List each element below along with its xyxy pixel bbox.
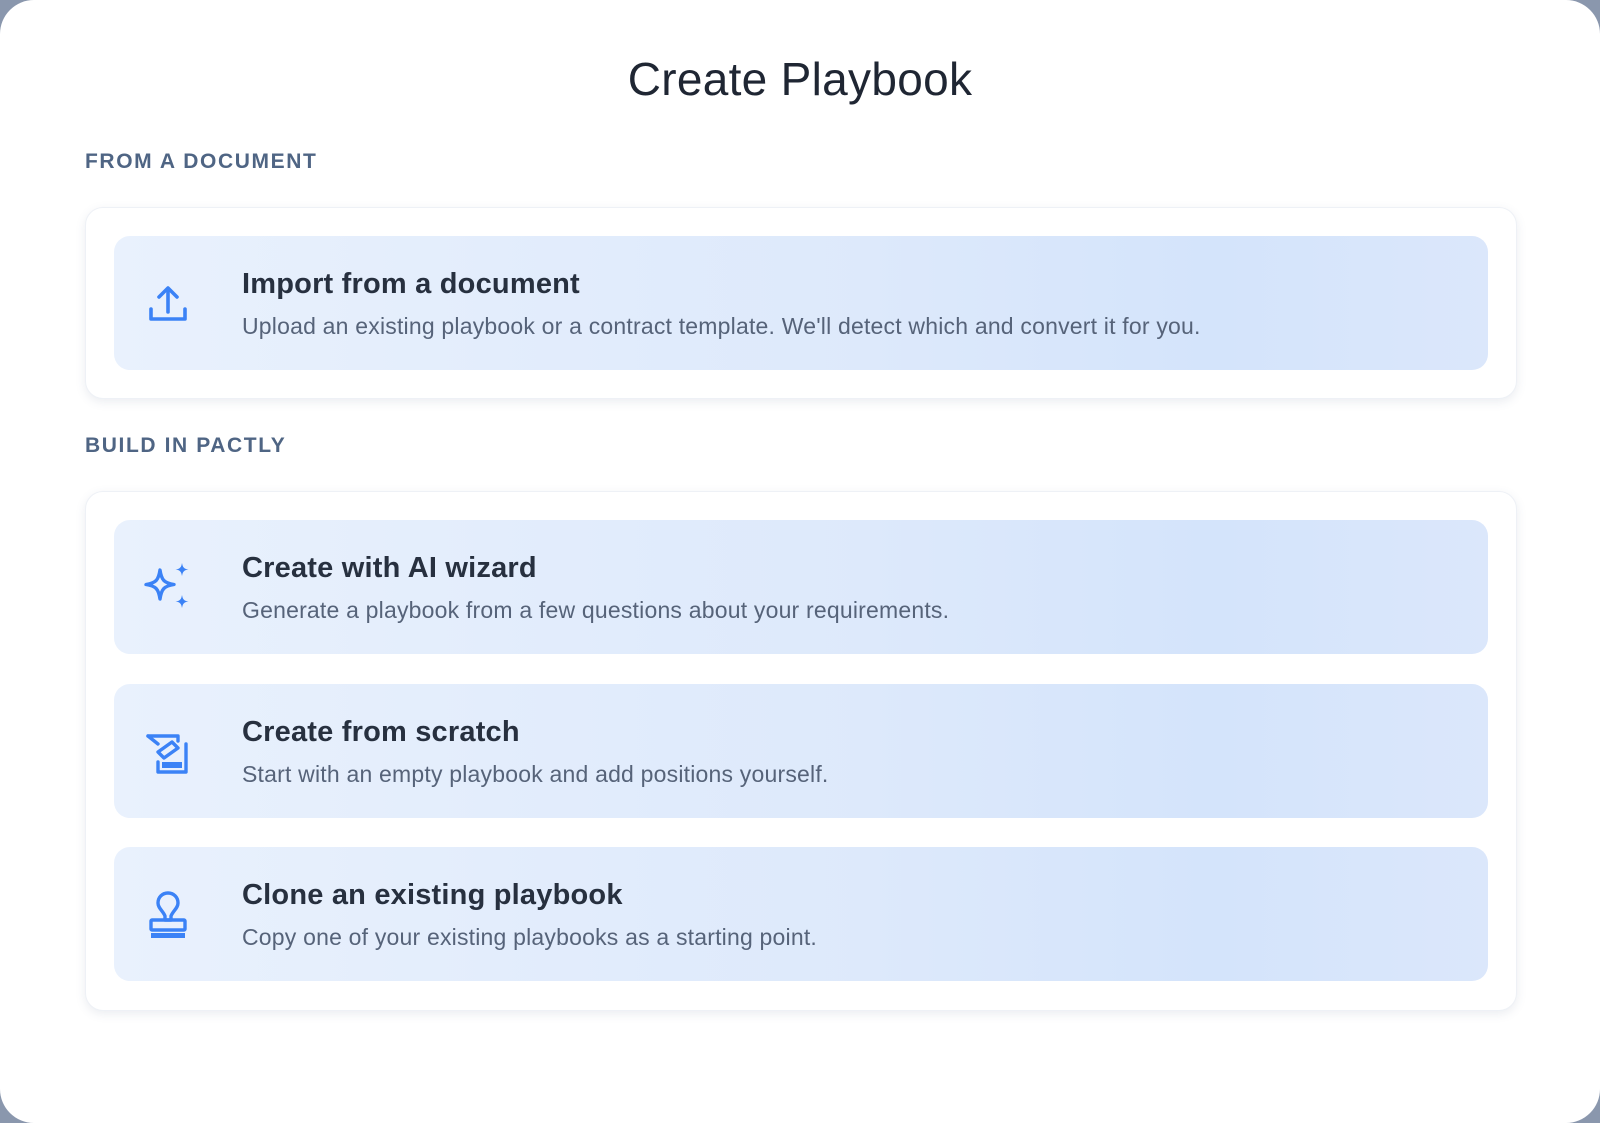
option-title: Create from scratch <box>242 716 520 748</box>
option-title: Clone an existing playbook <box>242 879 623 911</box>
option-title: Import from a document <box>242 268 580 300</box>
clone-existing-playbook-option[interactable]: Clone an existing playbook Copy one of y… <box>114 847 1488 981</box>
option-description: Start with an empty playbook and add pos… <box>242 761 829 787</box>
edit-document-icon <box>142 726 194 778</box>
option-title: Create with AI wizard <box>242 552 537 584</box>
section-label-from-document: FROM A DOCUMENT <box>85 150 318 173</box>
create-playbook-dialog: Create Playbook FROM A DOCUMENT Import f… <box>0 0 1600 1123</box>
create-with-ai-wizard-option[interactable]: Create with AI wizard Generate a playboo… <box>114 520 1488 654</box>
from-document-group: Import from a document Upload an existin… <box>85 207 1517 399</box>
option-description: Copy one of your existing playbooks as a… <box>242 924 818 950</box>
section-label-build-in-pactly: BUILD IN PACTLY <box>85 434 287 457</box>
build-in-pactly-group: Create with AI wizard Generate a playboo… <box>85 491 1517 1011</box>
option-description: Generate a playbook from a few questions… <box>242 597 950 623</box>
sparkles-icon <box>142 562 194 614</box>
stamp-icon <box>142 889 194 941</box>
dialog-title: Create Playbook <box>627 53 973 105</box>
import-from-document-option[interactable]: Import from a document Upload an existin… <box>114 236 1488 370</box>
option-description: Upload an existing playbook or a contrac… <box>242 313 1201 339</box>
upload-icon <box>142 278 194 330</box>
create-from-scratch-option[interactable]: Create from scratch Start with an empty … <box>114 684 1488 818</box>
